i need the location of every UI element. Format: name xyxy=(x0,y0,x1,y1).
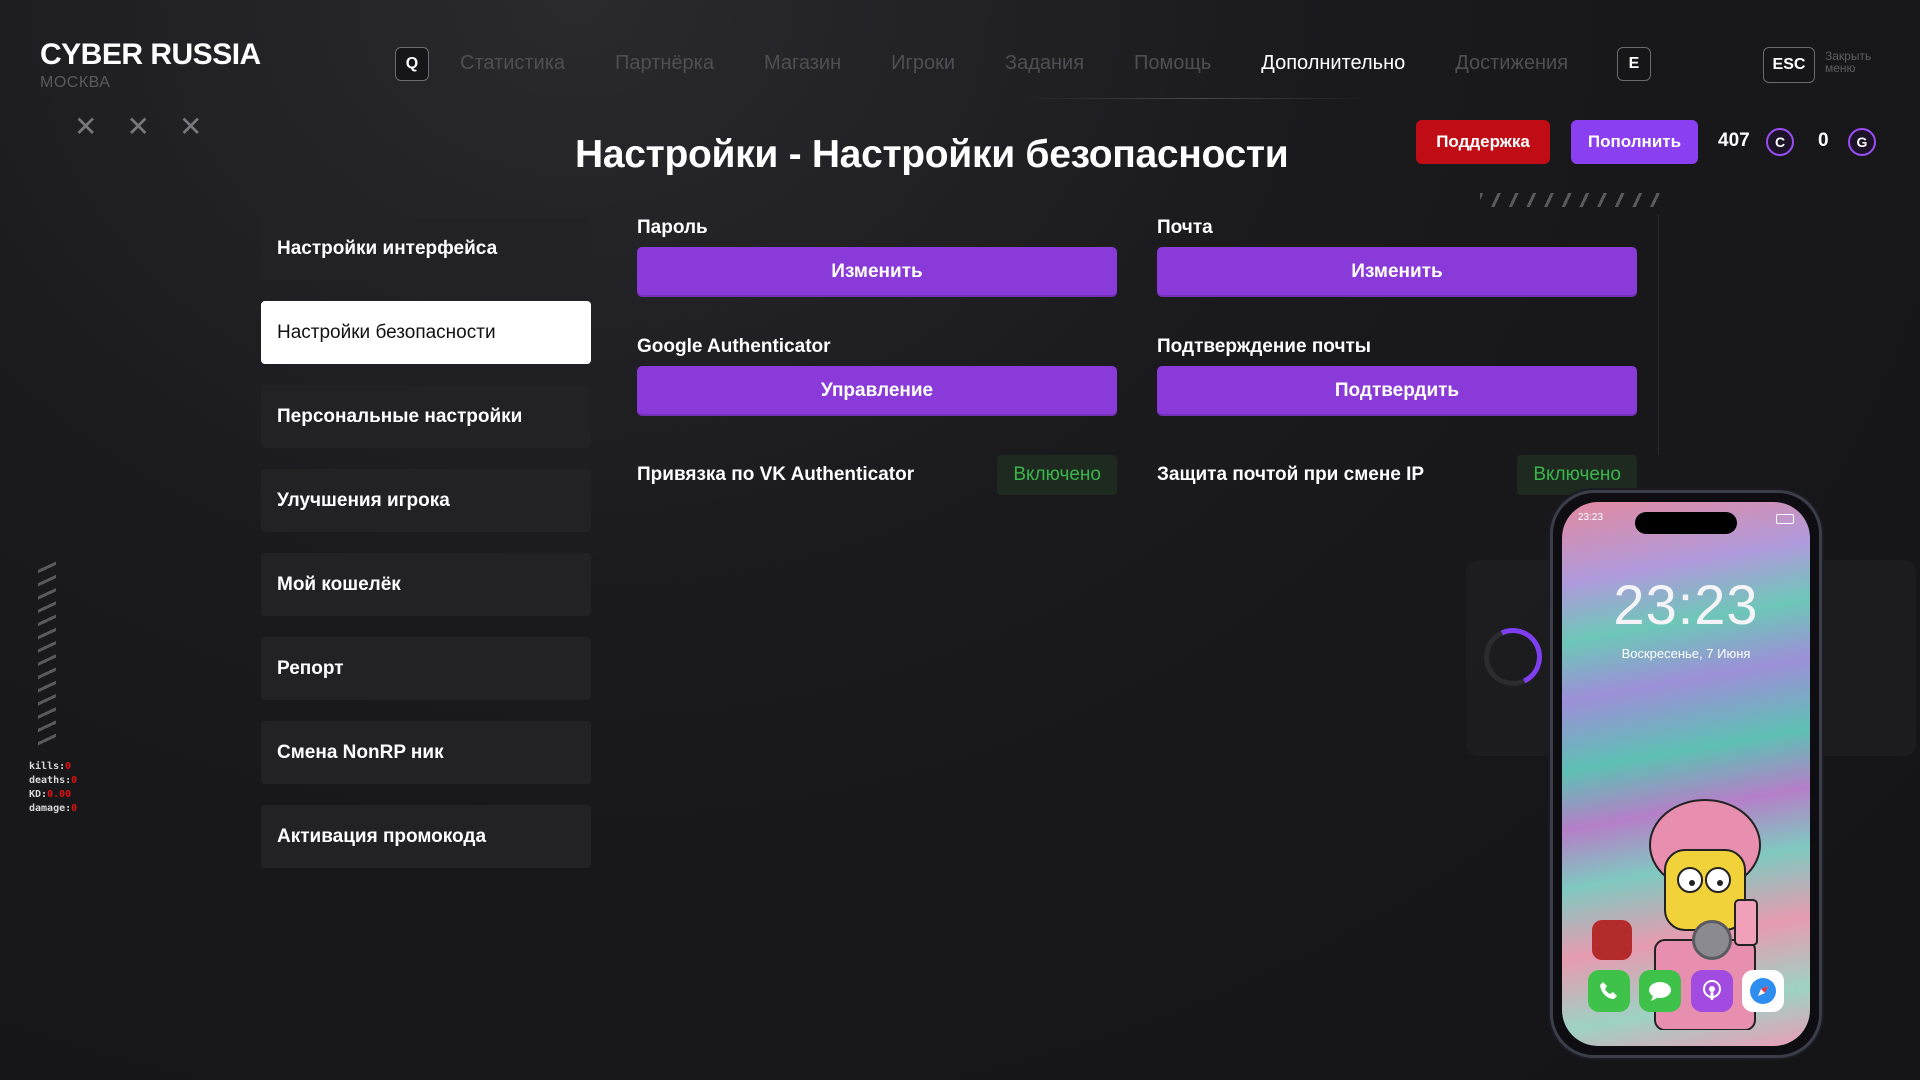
ip-protect-status-toggle[interactable]: Включено xyxy=(1517,455,1637,495)
manage-google-auth-button[interactable]: Управление xyxy=(637,366,1117,416)
email-confirm-field: Подтверждение почты Подтвердить xyxy=(1157,336,1637,416)
ip-protect-row: Защита почтой при смене IP Включено xyxy=(1157,455,1637,495)
email-confirm-label: Подтверждение почты xyxy=(1157,336,1372,357)
nav-item-players[interactable]: Игроки xyxy=(891,52,955,75)
nav-item-additional[interactable]: Дополнительно xyxy=(1261,52,1405,75)
google-auth-field: Google Authenticator Управление xyxy=(637,336,1117,416)
cross-icon: ✕ xyxy=(126,111,150,142)
phone-app-icon[interactable] xyxy=(1588,970,1630,1012)
sidebar-item-nonrp-nick[interactable]: Смена NonRP ник xyxy=(261,721,591,784)
phone-dock xyxy=(1588,970,1784,1012)
phone-status-time: 23:23 xyxy=(1578,512,1604,523)
sidebar-item-wallet[interactable]: Мой кошелёк xyxy=(261,553,591,616)
topup-button[interactable]: Пополнить xyxy=(1571,120,1698,164)
cross-icon: ✕ xyxy=(178,111,203,142)
close-menu-hint: Закрыть меню xyxy=(1825,49,1872,75)
cross-icon: ✕ xyxy=(74,111,98,142)
esc-close-button[interactable]: ESC xyxy=(1763,47,1815,83)
nav-item-help[interactable]: Помощь xyxy=(1134,52,1211,75)
password-label: Пароль xyxy=(637,217,708,238)
safari-app-icon[interactable] xyxy=(1741,970,1784,1012)
vk-auth-status-toggle[interactable]: Включено xyxy=(997,455,1117,495)
sidebar-item-interface[interactable]: Настройки интерфейса xyxy=(261,217,591,280)
decorative-vertical-hatch xyxy=(38,560,56,746)
password-field: Пароль Изменить xyxy=(637,217,1117,297)
settings-app-icon[interactable] xyxy=(1692,920,1732,960)
phone-widget[interactable]: 23:23 23:23 Воскресенье, 7 Июня xyxy=(1550,490,1822,1058)
stat-kd: KD:0.00 xyxy=(29,789,72,800)
coin-c-icon: C xyxy=(1766,128,1794,156)
phone-clock: 23:23 xyxy=(1613,573,1759,636)
nav-item-tasks[interactable]: Задания xyxy=(1005,52,1084,75)
player-stats-overlay: kills:0 deaths:0 KD:0.00 damage:0 xyxy=(29,760,77,816)
dynamic-island xyxy=(1635,512,1737,534)
ip-protect-label: Защита почтой при смене IP xyxy=(1157,464,1425,485)
brand-title: CYBER RUSSIA xyxy=(40,38,261,71)
divider-line xyxy=(1658,215,1659,455)
vk-auth-row: Привязка по VK Authenticator Включено xyxy=(637,455,1117,495)
email-label: Почта xyxy=(1157,217,1213,238)
messages-app-icon[interactable] xyxy=(1639,970,1682,1012)
phone-screen[interactable]: 23:23 23:23 Воскресенье, 7 Июня xyxy=(1562,502,1810,1046)
sidebar-item-personal[interactable]: Персональные настройки xyxy=(261,385,591,448)
decorative-crosses: ✕ ✕ ✕ xyxy=(74,110,202,143)
coin-g-icon: G xyxy=(1848,128,1876,156)
prev-tab-key-q[interactable]: Q xyxy=(395,47,429,81)
settings-sidebar: Настройки интерфейса Настройки безопасно… xyxy=(261,217,591,889)
game-app-icon[interactable] xyxy=(1592,920,1632,960)
nav-item-achievements[interactable]: Достижения xyxy=(1455,52,1568,75)
top-nav: Статистика Партнёрка Магазин Игроки Зада… xyxy=(460,52,1568,75)
support-button[interactable]: Поддержка xyxy=(1416,120,1550,164)
nav-item-statistics[interactable]: Статистика xyxy=(460,52,565,75)
brand-city: МОСКВА xyxy=(40,74,111,91)
next-tab-key-e[interactable]: E xyxy=(1617,47,1651,81)
decorative-hatch xyxy=(1480,193,1666,207)
confirm-email-button[interactable]: Подтвердить xyxy=(1157,366,1637,416)
sidebar-item-report[interactable]: Репорт xyxy=(261,637,591,700)
sidebar-item-upgrades[interactable]: Улучшения игрока xyxy=(261,469,591,532)
sidebar-item-promo[interactable]: Активация промокода xyxy=(261,805,591,868)
change-password-button[interactable]: Изменить xyxy=(637,247,1117,297)
stat-kills: kills:0 xyxy=(29,761,72,772)
phone-date: Воскресенье, 7 Июня xyxy=(1621,646,1751,661)
brand: CYBER RUSSIA МОСКВА xyxy=(40,38,261,92)
vk-auth-label: Привязка по VK Authenticator xyxy=(637,464,915,485)
nav-item-partner[interactable]: Партнёрка xyxy=(615,52,714,75)
page-title: Настройки - Настройки безопасности xyxy=(575,133,1289,176)
nav-divider xyxy=(1020,98,1370,99)
google-auth-label: Google Authenticator xyxy=(637,336,831,357)
podcasts-app-icon[interactable] xyxy=(1690,970,1733,1012)
coins-c-value: 407 xyxy=(1718,130,1750,151)
stat-damage: damage:0 xyxy=(29,803,78,814)
coins-g-value: 0 xyxy=(1818,130,1829,151)
sidebar-item-security[interactable]: Настройки безопасности xyxy=(261,301,591,364)
change-email-button[interactable]: Изменить xyxy=(1157,247,1637,297)
stat-deaths: deaths:0 xyxy=(29,775,78,786)
email-field: Почта Изменить xyxy=(1157,217,1637,297)
nav-item-shop[interactable]: Магазин xyxy=(764,52,841,75)
battery-icon xyxy=(1776,514,1794,524)
